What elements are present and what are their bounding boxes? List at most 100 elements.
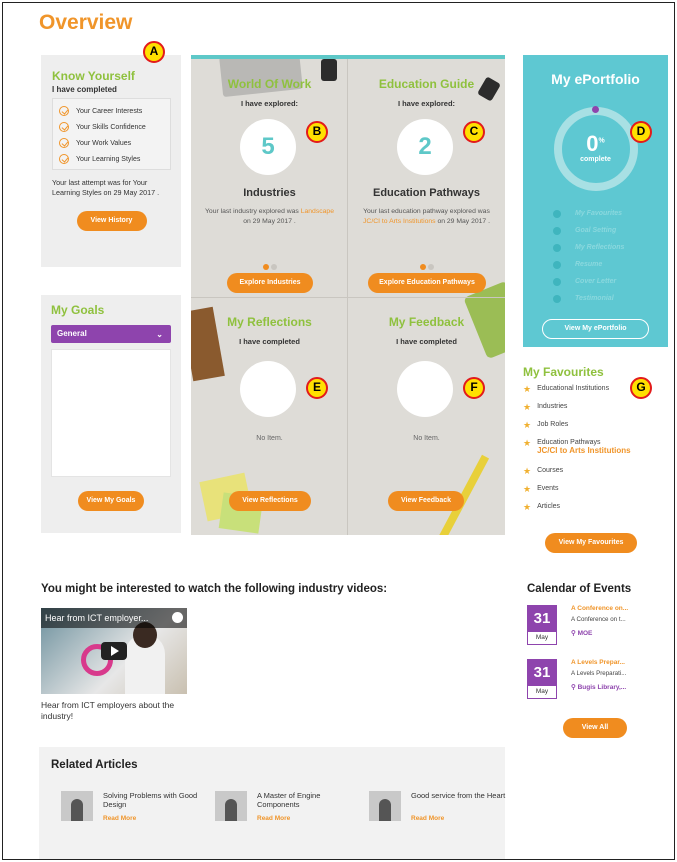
location-pin-icon: ⚲: [571, 684, 578, 691]
eportfolio-item[interactable]: My Reflections: [553, 239, 624, 256]
article-card[interactable]: Solving Problems with Good Design Read M…: [61, 791, 201, 827]
event-day: 31: [528, 660, 556, 686]
status-dot-icon: [553, 209, 561, 218]
industries-count: 5: [240, 119, 296, 175]
watch-later-icon[interactable]: [172, 612, 183, 623]
article-title[interactable]: Solving Problems with Good Design: [103, 791, 199, 810]
article-card[interactable]: A Master of Engine Components Read More: [215, 791, 355, 827]
event-title[interactable]: A Conference on...: [571, 605, 628, 612]
view-my-goals-button[interactable]: View My Goals: [78, 491, 144, 511]
my-feedback-card: My Feedback I have completed No Item. Vi…: [348, 297, 505, 535]
calendar-title: Calendar of Events: [527, 583, 632, 595]
article-thumbnail[interactable]: [61, 791, 93, 821]
event-month: May: [535, 634, 549, 641]
event-day: 31: [528, 606, 556, 632]
favourite-item[interactable]: ★ Industries: [523, 403, 668, 421]
favourite-item[interactable]: ★ Events: [523, 485, 668, 503]
read-more-link[interactable]: Read More: [411, 815, 444, 822]
pathways-count: 2: [397, 119, 453, 175]
article-title[interactable]: Good service from the Heart: [411, 791, 507, 800]
favourite-label: Industries: [537, 403, 568, 410]
eportfolio-item[interactable]: My Favourites: [553, 205, 624, 222]
article-card[interactable]: Good service from the Heart Read More: [369, 791, 509, 827]
list-item-label: Your Career Interests: [76, 107, 143, 115]
know-yourself-panel: Know Yourself I have completed Your Care…: [41, 55, 181, 267]
favourite-label: Articles: [537, 503, 561, 510]
last-industry-link[interactable]: Landscape: [301, 208, 334, 215]
know-yourself-subtitle: I have completed: [52, 85, 117, 94]
my-goals-panel: My Goals General ⌄ View My Goals: [41, 295, 181, 533]
eportfolio-item[interactable]: Resume: [553, 256, 624, 273]
star-icon: ★: [523, 402, 532, 412]
my-reflections-card: My Reflections I have completed No Item.…: [191, 297, 348, 535]
check-circle-icon: [59, 122, 69, 132]
annotation-badge-g: G: [630, 377, 652, 399]
explored-label: I have explored:: [240, 99, 299, 108]
annotation-badge-e: E: [306, 377, 328, 399]
videos-heading: You might be interested to watch the fol…: [41, 583, 388, 595]
status-dot-icon: [553, 260, 561, 269]
status-dot-icon: [553, 277, 561, 286]
favourite-pathway-link[interactable]: JC/CI to Arts Institutions: [537, 446, 630, 455]
explore-education-pathways-button[interactable]: Explore Education Pathways: [368, 273, 486, 293]
read-more-link[interactable]: Read More: [257, 815, 290, 822]
favourite-label-wrap: Education Pathways JC/CI to Arts Institut…: [537, 439, 630, 455]
view-my-eportfolio-button[interactable]: View My ePortfolio: [542, 319, 649, 339]
status-dot-icon: [553, 243, 561, 252]
event-location-text: Bugis Library,...: [577, 684, 627, 691]
annotation-badge-a: A: [143, 41, 165, 63]
eportfolio-section-list: My Favourites Goal Setting My Reflection…: [553, 205, 624, 307]
annotation-badge-c: C: [463, 121, 485, 143]
eportfolio-item-label: Testimonial: [575, 295, 614, 302]
carousel-dot[interactable]: [427, 264, 434, 270]
eportfolio-item[interactable]: Testimonial: [553, 290, 624, 307]
favourite-item[interactable]: ★ Courses: [523, 467, 668, 485]
article-thumbnail[interactable]: [369, 791, 401, 821]
eportfolio-item-label: Resume: [575, 261, 603, 268]
eportfolio-title: My ePortfolio: [551, 71, 640, 87]
my-goals-title: My Goals: [51, 303, 105, 317]
event-title[interactable]: A Levels Prepar...: [571, 659, 625, 666]
article-thumbnail[interactable]: [215, 791, 247, 821]
view-my-favourites-button[interactable]: View My Favourites: [545, 533, 637, 553]
star-icon: ★: [523, 438, 532, 448]
list-item: Your Career Interests: [59, 103, 170, 119]
video-thumbnail[interactable]: Hear from ICT employer...: [41, 608, 187, 694]
last-pathway-link[interactable]: JC/CI to Arts Institutions: [363, 218, 436, 225]
check-circle-icon: [59, 154, 69, 164]
event-subtitle: A Levels Preparati...: [571, 670, 627, 677]
explore-industries-button[interactable]: Explore Industries: [227, 273, 313, 293]
list-item: Your Work Values: [59, 135, 170, 151]
carousel-dot-active[interactable]: [419, 264, 426, 270]
video-caption: Hear from ICT employers about the indust…: [41, 700, 175, 722]
read-more-link[interactable]: Read More: [103, 815, 136, 822]
favourite-item[interactable]: ★ Education Pathways JC/CI to Arts Institu…: [523, 439, 668, 467]
favourite-label: Job Roles: [537, 421, 569, 428]
view-all-events-button[interactable]: View All: [563, 718, 627, 738]
favourite-label: Courses: [537, 467, 564, 474]
article-title[interactable]: A Master of Engine Components: [257, 791, 353, 810]
event-item[interactable]: 31 May A Levels Prepar... A Levels Prepar…: [527, 659, 672, 699]
view-history-button[interactable]: View History: [76, 210, 147, 231]
event-item[interactable]: 31 May A Conference on... A Conference on…: [527, 605, 672, 645]
percent-sign: %: [598, 137, 605, 145]
play-icon[interactable]: [101, 642, 127, 660]
event-location: ⚲ Bugis Library,...: [571, 683, 626, 691]
favourite-item[interactable]: ★ Articles: [523, 503, 668, 521]
view-feedback-button[interactable]: View Feedback: [388, 491, 464, 511]
chevron-down-icon: ⌄: [156, 330, 163, 339]
completed-label: I have completed: [239, 337, 300, 346]
annotation-badge-b: B: [306, 121, 328, 143]
related-articles-title: Related Articles: [51, 759, 138, 771]
goals-category-select[interactable]: General ⌄: [51, 325, 171, 343]
page-frame: Overview Know Yourself I have completed …: [2, 2, 675, 860]
pathways-label: Education Pathways: [373, 187, 480, 199]
favourite-label: Events: [537, 485, 559, 492]
favourite-item[interactable]: ★ Job Roles: [523, 421, 668, 439]
carousel-dot[interactable]: [270, 264, 277, 270]
eportfolio-item[interactable]: Cover Letter: [553, 273, 624, 290]
view-reflections-button[interactable]: View Reflections: [229, 491, 311, 511]
carousel-dot-active[interactable]: [262, 264, 269, 270]
annotation-badge-f: F: [463, 377, 485, 399]
eportfolio-item[interactable]: Goal Setting: [553, 222, 624, 239]
